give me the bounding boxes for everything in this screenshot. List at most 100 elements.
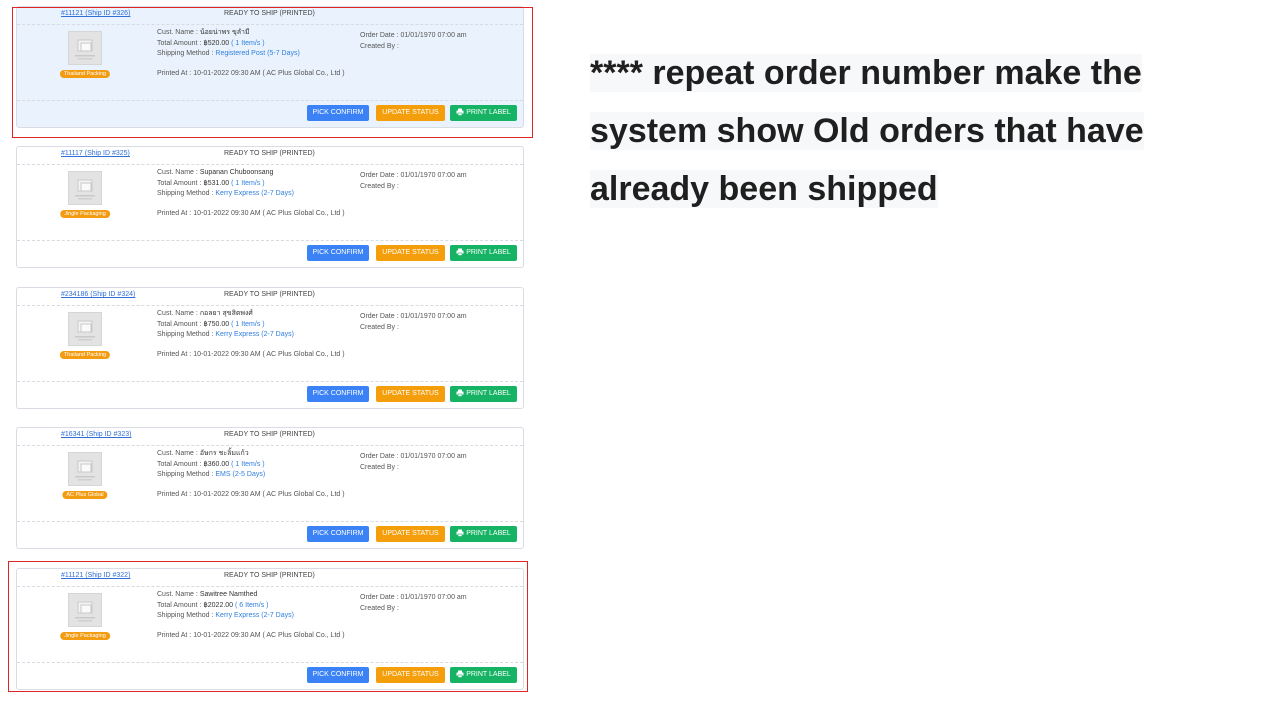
image-placeholder-icon	[68, 593, 102, 627]
image-placeholder-icon	[68, 171, 102, 205]
total-amount: ฿2022.00	[203, 601, 234, 609]
order-dates: Order Date : 01/01/1970 07:00 am Created…	[360, 452, 467, 473]
total-amount-row: Total Amount : ฿750.00 ( 1 Item/s )	[157, 320, 357, 331]
printer-icon	[456, 248, 464, 256]
update-status-button[interactable]: UPDATE STATUS	[376, 526, 445, 542]
update-status-button[interactable]: UPDATE STATUS	[376, 245, 445, 261]
created-by-label: Created By :	[360, 42, 399, 50]
created-by-row: Created By :	[360, 604, 467, 615]
order-card-header: #234186 (Ship ID #324) READY TO SHIP (PR…	[17, 288, 523, 306]
created-by-row: Created By :	[360, 42, 467, 53]
total-amount-row: Total Amount : ฿360.00 ( 1 Item/s )	[157, 460, 357, 471]
total-amount: ฿750.00	[203, 320, 230, 328]
total-amount-row: Total Amount : ฿520.00 ( 1 Item/s )	[157, 39, 357, 50]
printed-at: 10-01-2022 09:30 AM ( AC Plus Global Co.…	[193, 210, 345, 217]
customer-name-label: Cust. Name :	[157, 310, 198, 317]
pick-confirm-button[interactable]: PICK CONFIRM	[307, 105, 369, 121]
order-number-link[interactable]: #11117 (Ship ID #325)	[61, 150, 130, 157]
card-footer-divider	[17, 240, 523, 242]
pick-confirm-button[interactable]: PICK CONFIRM	[307, 386, 369, 402]
printed-at-row: Printed At : 10-01-2022 09:30 AM ( AC Pl…	[157, 69, 357, 80]
order-status: READY TO SHIP (PRINTED)	[224, 291, 315, 298]
update-status-button[interactable]: UPDATE STATUS	[376, 386, 445, 402]
shipping-method-row: Shipping Method : Kerry Express (2-7 Day…	[157, 330, 357, 341]
shipping-method-label: Shipping Method :	[157, 612, 214, 620]
shipping-method-row: Shipping Method : Kerry Express (2-7 Day…	[157, 611, 357, 622]
created-by-label: Created By :	[360, 323, 399, 331]
printed-at-row: Printed At : 10-01-2022 09:30 AM ( AC Pl…	[157, 350, 357, 361]
total-amount: ฿531.00	[203, 179, 230, 187]
pick-confirm-button[interactable]: PICK CONFIRM	[307, 245, 369, 261]
order-dates: Order Date : 01/01/1970 07:00 am Created…	[360, 593, 467, 614]
order-date-row: Order Date : 01/01/1970 07:00 am	[360, 31, 467, 42]
shipping-method-label: Shipping Method :	[157, 471, 214, 479]
print-label-text: PRINT LABEL	[466, 249, 511, 256]
print-label-text: PRINT LABEL	[466, 671, 511, 678]
shipping-method-row: Shipping Method : EMS (2-5 Days)	[157, 470, 357, 481]
packaging-badge: Jingle Packaging	[60, 210, 110, 218]
total-amount: ฿360.00	[203, 460, 230, 468]
order-number-link[interactable]: #16341 (Ship ID #323)	[61, 431, 131, 438]
order-date: 01/01/1970 07:00 am	[400, 594, 467, 601]
created-by-row: Created By :	[360, 463, 467, 474]
printer-icon	[456, 529, 464, 537]
order-dates: Order Date : 01/01/1970 07:00 am Created…	[360, 31, 467, 52]
order-card: #11121 (Ship ID #326) READY TO SHIP (PRI…	[16, 6, 524, 128]
order-card-header: #11117 (Ship ID #325) READY TO SHIP (PRI…	[17, 147, 523, 165]
item-count: ( 1 Item/s )	[231, 179, 265, 187]
printed-at-label: Printed At :	[157, 632, 192, 639]
pick-confirm-button[interactable]: PICK CONFIRM	[307, 526, 369, 542]
packaging-badge: AC Plus Global	[62, 491, 108, 499]
order-info: Cust. Name : Sawitree Namthed Total Amou…	[157, 590, 357, 622]
order-card-header: #16341 (Ship ID #323) READY TO SHIP (PRI…	[17, 428, 523, 446]
order-date-row: Order Date : 01/01/1970 07:00 am	[360, 452, 467, 463]
image-placeholder-icon	[68, 31, 102, 65]
order-number-link[interactable]: #11121 (Ship ID #322)	[61, 572, 130, 579]
update-status-button[interactable]: UPDATE STATUS	[376, 105, 445, 121]
total-amount-row: Total Amount : ฿2022.00 ( 6 Item/s )	[157, 601, 357, 612]
order-status: READY TO SHIP (PRINTED)	[224, 431, 315, 438]
shipping-method-label: Shipping Method :	[157, 190, 214, 198]
total-amount-label: Total Amount :	[157, 601, 202, 609]
print-label-button[interactable]: PRINT LABEL	[450, 386, 517, 402]
printed-at-row: Printed At : 10-01-2022 09:30 AM ( AC Pl…	[157, 209, 357, 220]
printed-at-label: Printed At :	[157, 351, 192, 358]
printed-at-row: Printed At : 10-01-2022 09:30 AM ( AC Pl…	[157, 631, 357, 642]
order-card: #16341 (Ship ID #323) READY TO SHIP (PRI…	[16, 427, 524, 549]
created-by-label: Created By :	[360, 463, 399, 471]
card-footer-divider	[17, 521, 523, 523]
customer-name: Sawitree Namthed	[199, 591, 258, 598]
customer-name-row: Cust. Name : กอลยา สุขสิตพงศ์	[157, 309, 357, 320]
order-number-link[interactable]: #234186 (Ship ID #324)	[61, 291, 135, 298]
order-date: 01/01/1970 07:00 am	[400, 313, 467, 320]
customer-name: Supanan Chuboonsang	[199, 169, 274, 176]
card-footer-divider	[17, 381, 523, 383]
total-amount-label: Total Amount :	[157, 179, 202, 187]
print-label-button[interactable]: PRINT LABEL	[450, 526, 517, 542]
pick-confirm-button[interactable]: PICK CONFIRM	[307, 667, 369, 683]
update-status-button[interactable]: UPDATE STATUS	[376, 667, 445, 683]
customer-name-label: Cust. Name :	[157, 29, 198, 36]
customer-name-row: Cust. Name : Sawitree Namthed	[157, 590, 357, 601]
order-date: 01/01/1970 07:00 am	[400, 32, 467, 39]
shipping-method-row: Shipping Method : Kerry Express (2-7 Day…	[157, 189, 357, 200]
order-info: Cust. Name : อัษกร ชะลิ้มแก้ว Total Amou…	[157, 449, 357, 481]
order-number-link[interactable]: #11121 (Ship ID #326)	[61, 10, 130, 17]
order-date-label: Order Date :	[360, 453, 399, 460]
note-line-3: already been shipped	[590, 170, 938, 208]
image-placeholder-icon	[68, 312, 102, 346]
print-label-button[interactable]: PRINT LABEL	[450, 105, 517, 121]
order-date-label: Order Date :	[360, 32, 399, 39]
customer-name-label: Cust. Name :	[157, 450, 198, 457]
printed-at-row: Printed At : 10-01-2022 09:30 AM ( AC Pl…	[157, 490, 357, 501]
print-label-button[interactable]: PRINT LABEL	[450, 667, 517, 683]
order-dates: Order Date : 01/01/1970 07:00 am Created…	[360, 171, 467, 192]
created-by-label: Created By :	[360, 182, 399, 190]
print-label-button[interactable]: PRINT LABEL	[450, 245, 517, 261]
order-status: READY TO SHIP (PRINTED)	[224, 10, 315, 17]
customer-name-label: Cust. Name :	[157, 169, 198, 176]
printer-icon	[456, 670, 464, 678]
shipping-method: Kerry Express (2-7 Days)	[215, 190, 294, 198]
printed-at: 10-01-2022 09:30 AM ( AC Plus Global Co.…	[193, 491, 345, 498]
printed-at: 10-01-2022 09:30 AM ( AC Plus Global Co.…	[193, 351, 345, 358]
